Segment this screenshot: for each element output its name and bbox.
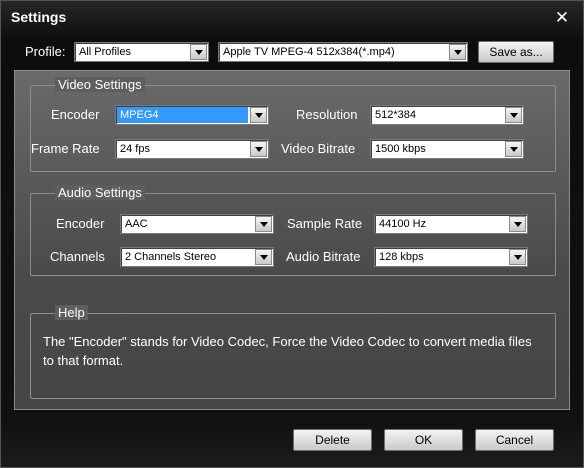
profile-label: Profile:: [25, 44, 66, 59]
profile-preset-value: Apple TV MPEG-4 512x384(*.mp4): [223, 46, 395, 58]
profile-category-select[interactable]: All Profiles: [74, 42, 209, 62]
audio-bitrate-label: Audio Bitrate: [286, 249, 361, 264]
video-bitrate-select[interactable]: 1500 kbps: [370, 139, 524, 159]
resolution-select[interactable]: 512*384: [370, 105, 524, 125]
channels-value: 2 Channels Stereo: [125, 251, 217, 263]
video-encoder-label: Encoder: [51, 107, 100, 122]
chevron-down-icon[interactable]: [509, 249, 526, 265]
chevron-down-icon[interactable]: [505, 107, 522, 123]
resolution-value: 512*384: [375, 109, 416, 121]
chevron-down-icon[interactable]: [255, 216, 272, 232]
help-text: The "Encoder" stands for Video Codec, Fo…: [43, 334, 532, 368]
video-settings-title: Video Settings: [55, 77, 145, 92]
chevron-down-icon[interactable]: [449, 44, 466, 60]
profile-row: Profile: All Profiles Apple TV MPEG-4 51…: [1, 39, 583, 65]
video-bitrate-value: 1500 kbps: [375, 143, 426, 155]
window-title: Settings: [11, 9, 67, 25]
chevron-down-icon[interactable]: [255, 249, 272, 265]
video-encoder-value: MPEG4: [117, 107, 248, 123]
profile-preset-select[interactable]: Apple TV MPEG-4 512x384(*.mp4): [218, 42, 468, 62]
resolution-label: Resolution: [296, 107, 358, 122]
settings-panel: Video Settings Encoder MPEG4 Resolution …: [14, 70, 570, 410]
delete-button[interactable]: Delete: [293, 429, 372, 451]
frame-rate-label: Frame Rate: [31, 141, 100, 156]
audio-bitrate-select[interactable]: 128 kbps: [374, 247, 528, 267]
save-as-button[interactable]: Save as...: [478, 41, 554, 63]
settings-window: Settings ✕ Profile: All Profiles Apple T…: [0, 0, 584, 468]
audio-settings-group: Audio Settings Encoder AAC Sample Rate 4…: [30, 185, 556, 276]
close-icon[interactable]: ✕: [553, 9, 571, 27]
channels-label: Channels: [50, 249, 105, 264]
frame-rate-value: 24 fps: [120, 143, 150, 155]
audio-settings-title: Audio Settings: [55, 185, 145, 200]
audio-encoder-label: Encoder: [56, 216, 105, 231]
audio-bitrate-value: 128 kbps: [379, 251, 424, 263]
frame-rate-select[interactable]: 24 fps: [115, 139, 269, 159]
sample-rate-select[interactable]: 44100 Hz: [374, 214, 528, 234]
audio-encoder-value: AAC: [125, 218, 148, 230]
chevron-down-icon[interactable]: [190, 44, 207, 60]
sample-rate-value: 44100 Hz: [379, 218, 427, 230]
profile-category-value: All Profiles: [79, 46, 131, 58]
video-settings-group: Video Settings Encoder MPEG4 Resolution …: [30, 77, 556, 172]
help-group: Help The "Encoder" stands for Video Code…: [30, 305, 556, 399]
video-encoder-select[interactable]: MPEG4: [115, 105, 269, 125]
chevron-down-icon[interactable]: [509, 216, 526, 232]
cancel-button[interactable]: Cancel: [475, 429, 554, 451]
chevron-down-icon[interactable]: [505, 141, 522, 157]
audio-encoder-select[interactable]: AAC: [120, 214, 274, 234]
help-title: Help: [55, 305, 88, 320]
sample-rate-label: Sample Rate: [287, 216, 363, 231]
title-bar: Settings ✕: [1, 1, 583, 35]
channels-select[interactable]: 2 Channels Stereo: [120, 247, 274, 267]
chevron-down-icon[interactable]: [250, 141, 267, 157]
ok-button[interactable]: OK: [384, 429, 463, 451]
video-bitrate-label: Video Bitrate: [281, 141, 356, 156]
chevron-down-icon[interactable]: [250, 107, 267, 123]
